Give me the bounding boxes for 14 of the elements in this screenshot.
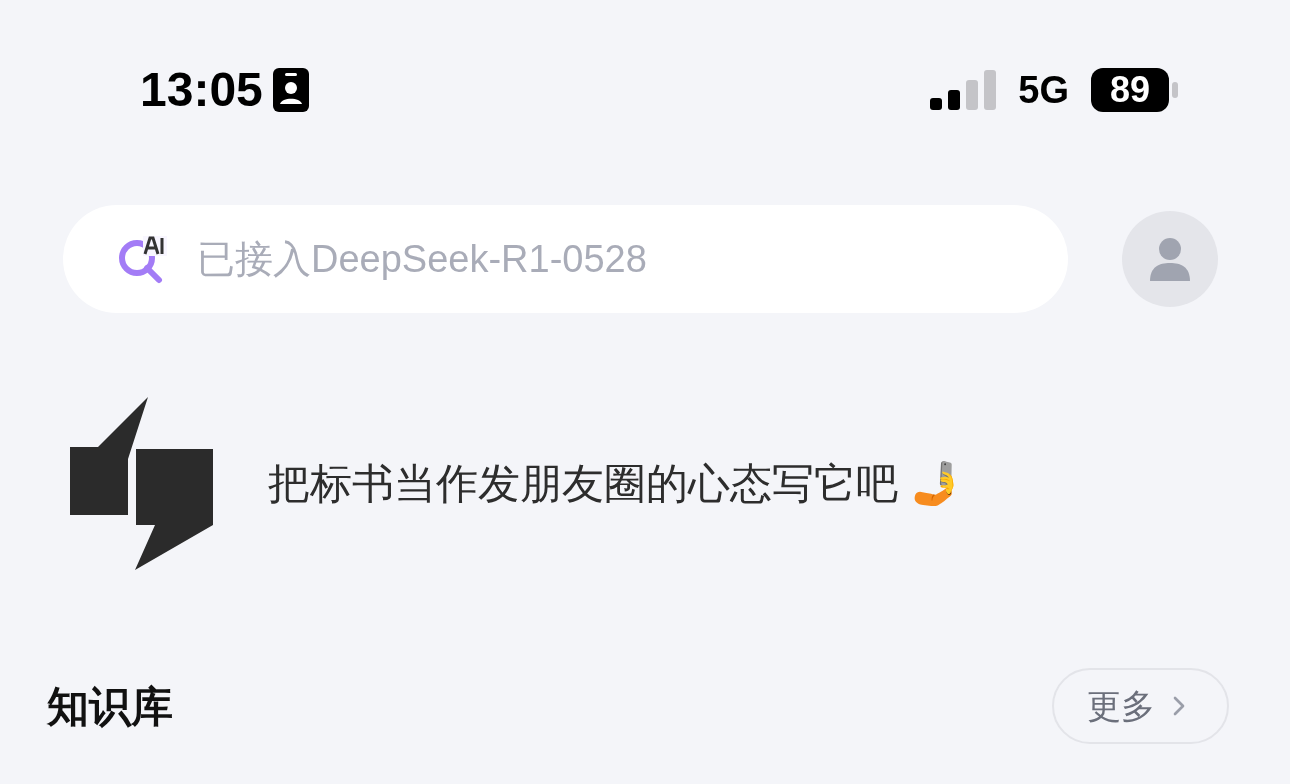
network-label: 5G xyxy=(1018,71,1069,109)
search-input[interactable]: 已接入DeepSeek-R1-0528 xyxy=(197,230,1068,288)
contact-card-icon xyxy=(272,68,309,112)
battery-tip-icon xyxy=(1172,82,1178,98)
section-title: 知识库 xyxy=(47,681,173,732)
signal-icon xyxy=(930,70,997,110)
ai-search-icon xyxy=(117,234,167,284)
person-icon xyxy=(1150,237,1190,281)
quote-mark-icon xyxy=(70,397,213,570)
clock-time: 13:05 xyxy=(140,66,263,114)
more-button[interactable]: 更多 xyxy=(1052,668,1229,744)
search-field[interactable]: 已接入DeepSeek-R1-0528 xyxy=(63,205,1068,313)
battery-level: 89 xyxy=(1091,68,1169,112)
slogan-text: 把标书当作发朋友圈的心态写它吧 🤳 xyxy=(268,459,962,509)
